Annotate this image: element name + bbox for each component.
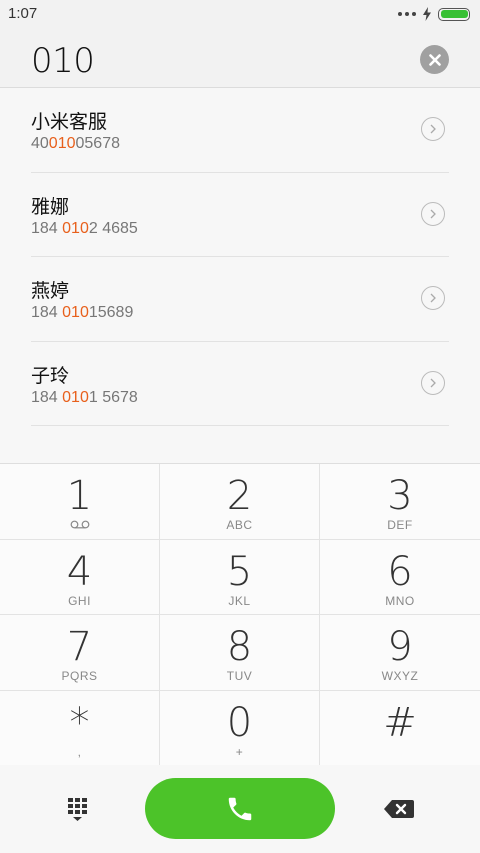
contact-result-item[interactable]: 子玲 184 0101 5678 bbox=[31, 342, 449, 426]
key-letters: WXYZ bbox=[381, 669, 419, 683]
key-letters: MNO bbox=[385, 593, 415, 608]
key-digit: 4 bbox=[66, 548, 93, 595]
charging-bolt-icon bbox=[423, 7, 431, 21]
contact-number: 184 0101 5678 bbox=[31, 388, 138, 406]
key-letters: DEF bbox=[387, 518, 413, 532]
contact-detail-button[interactable] bbox=[421, 286, 445, 310]
chevron-right-icon bbox=[430, 293, 436, 303]
key-digit: # bbox=[383, 699, 417, 746]
more-dots-icon bbox=[398, 12, 416, 16]
phone-icon bbox=[228, 797, 252, 820]
contact-number: 184 0102 4685 bbox=[31, 219, 138, 237]
key-digit: 7 bbox=[66, 624, 93, 670]
backspace-icon[interactable] bbox=[383, 797, 415, 821]
contact-detail-button[interactable] bbox=[421, 201, 445, 226]
key-digit: 5 bbox=[226, 548, 253, 595]
contact-name: 小米客服 bbox=[31, 112, 108, 133]
dial-input-bar: 010 bbox=[0, 28, 480, 88]
key-digit: 6 bbox=[387, 548, 413, 595]
call-button[interactable] bbox=[145, 778, 335, 839]
key-0[interactable]: 0 + bbox=[160, 690, 320, 766]
number-match-highlight: 010 bbox=[62, 388, 89, 406]
key-2[interactable]: 2 ABC bbox=[160, 464, 320, 540]
voicemail-icon bbox=[70, 520, 89, 529]
contact-number: 184 01015689 bbox=[31, 304, 134, 321]
contact-name: 雅娜 bbox=[31, 196, 70, 218]
clear-button[interactable] bbox=[420, 45, 449, 74]
key-digit: 0 bbox=[226, 699, 253, 746]
key-letters: ABC bbox=[226, 518, 253, 532]
key-letters: PQRS bbox=[61, 669, 98, 683]
number-match-highlight: 010 bbox=[48, 135, 76, 152]
key-digit: 8 bbox=[226, 624, 253, 670]
dialpad-grid-icon[interactable] bbox=[67, 796, 93, 822]
number-match-highlight: 010 bbox=[62, 304, 89, 321]
number-match-highlight: 010 bbox=[62, 219, 89, 237]
contact-results-list: 小米客服 4001005678 雅娜 184 0102 4685 燕婷 184 … bbox=[0, 88, 480, 426]
key-star[interactable]: * , bbox=[0, 690, 160, 766]
key-9[interactable]: 9 WXYZ bbox=[320, 615, 480, 691]
key-digit: 2 bbox=[226, 473, 253, 519]
key-6[interactable]: 6 MNO bbox=[320, 540, 480, 615]
key-letters: JKL bbox=[228, 593, 251, 608]
chevron-right-icon bbox=[430, 378, 436, 387]
contact-result-item[interactable]: 燕婷 184 01015689 bbox=[31, 257, 449, 342]
clear-circle-icon bbox=[428, 53, 441, 66]
key-1[interactable]: 1 bbox=[0, 464, 160, 540]
dialed-number[interactable]: 010 bbox=[31, 41, 95, 81]
key-digit: 9 bbox=[387, 624, 413, 670]
key-pound[interactable]: # bbox=[320, 691, 480, 767]
key-letters: GHI bbox=[68, 593, 91, 608]
chevron-right-icon bbox=[430, 124, 436, 134]
key-7[interactable]: 7 PQRS bbox=[0, 615, 160, 691]
contact-name: 燕婷 bbox=[31, 281, 70, 302]
key-digit: 3 bbox=[387, 473, 413, 519]
key-digit: 1 bbox=[66, 473, 93, 519]
key-letters: , bbox=[77, 744, 82, 759]
key-3[interactable]: 3 DEF bbox=[320, 464, 480, 540]
key-8[interactable]: 8 TUV bbox=[160, 615, 320, 691]
chevron-right-icon bbox=[430, 209, 436, 218]
key-4[interactable]: 4 GHI bbox=[0, 539, 160, 615]
key-5[interactable]: 5 JKL bbox=[160, 539, 320, 615]
key-digit: * bbox=[69, 699, 90, 746]
contact-detail-button[interactable] bbox=[421, 117, 445, 141]
status-bar: 1:07 bbox=[0, 0, 480, 28]
status-icons bbox=[398, 6, 470, 22]
contact-result-item[interactable]: 雅娜 184 0102 4685 bbox=[31, 173, 449, 257]
status-time: 1:07 bbox=[8, 5, 38, 22]
bottom-action-bar bbox=[0, 765, 480, 853]
key-letters: + bbox=[235, 744, 244, 759]
contact-result-item[interactable]: 小米客服 4001005678 bbox=[31, 88, 449, 173]
contact-detail-button[interactable] bbox=[421, 370, 445, 395]
battery-icon bbox=[438, 7, 470, 21]
contact-number: 4001005678 bbox=[31, 135, 120, 152]
key-letters: TUV bbox=[226, 669, 253, 683]
contact-name: 子玲 bbox=[31, 365, 70, 387]
dialpad: 1 2 ABC 3 DEF 4 GHI 5 JKL 6 MNO 7 PQRS 8… bbox=[0, 463, 480, 767]
